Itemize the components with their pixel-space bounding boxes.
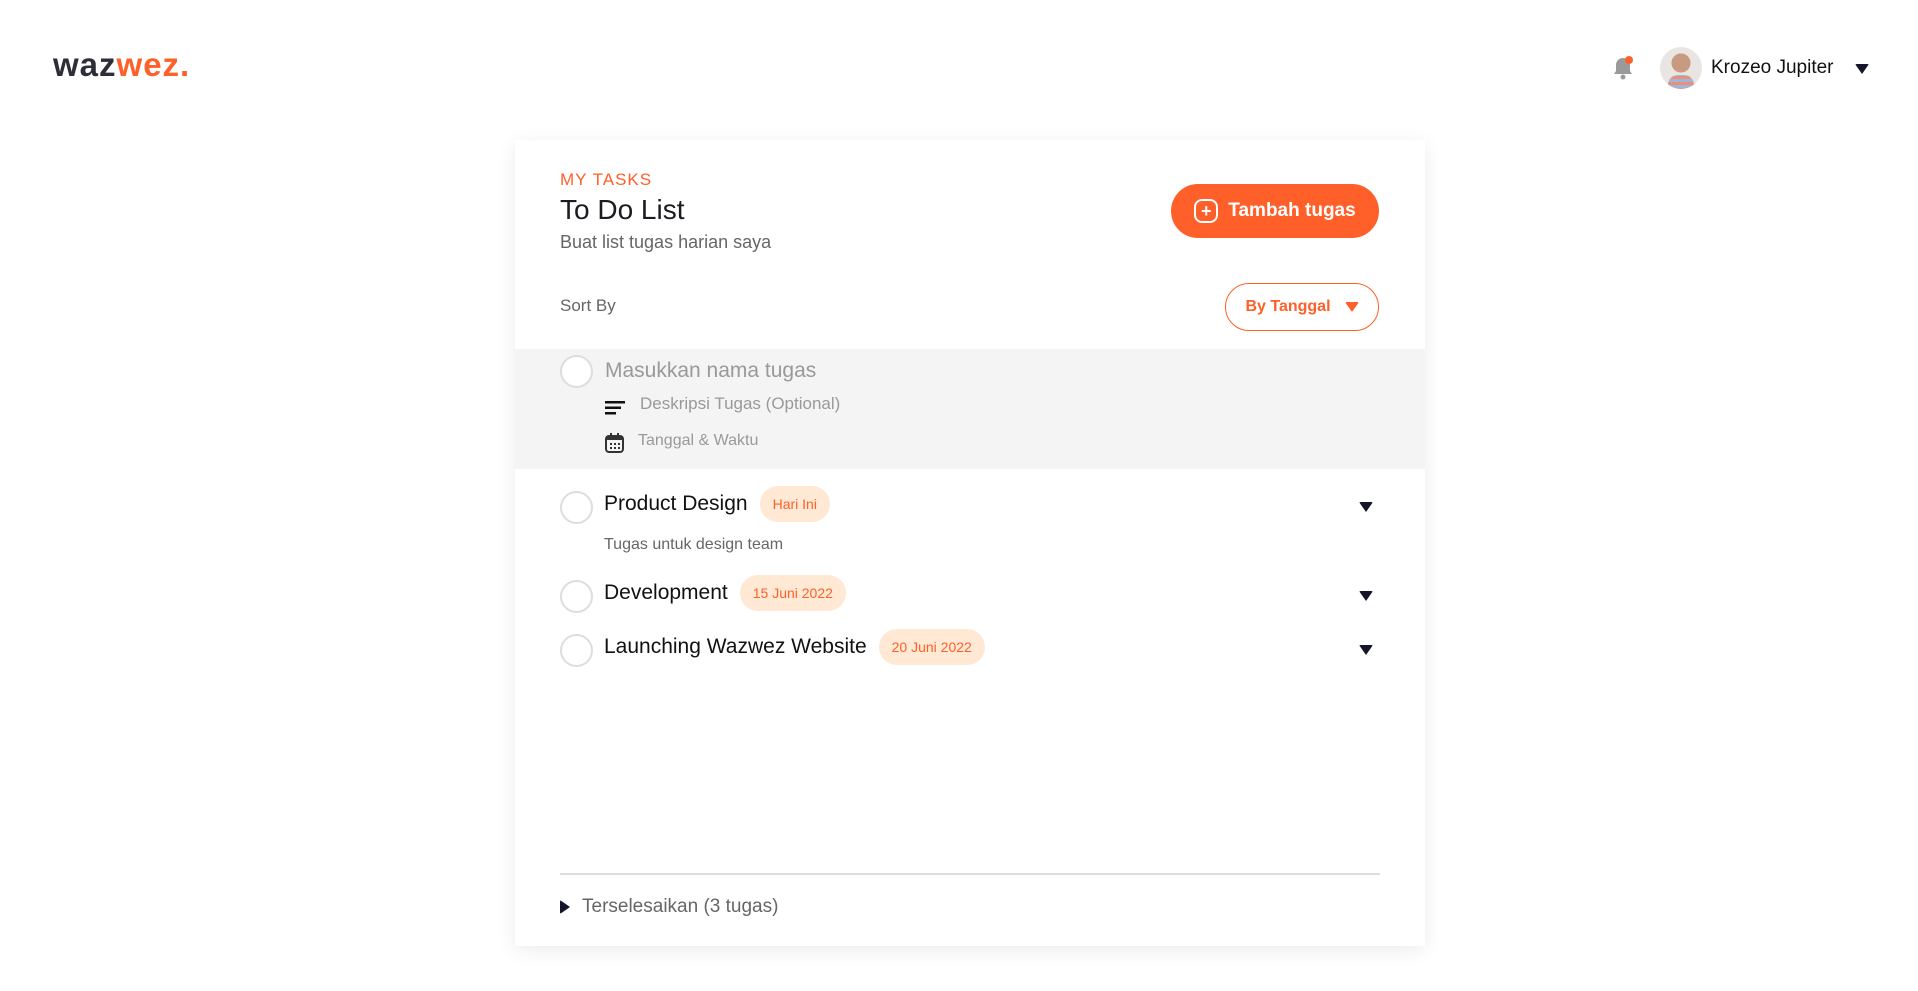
task-date-badge: 20 Juni 2022 [878,629,985,665]
logo-text-orange: wez. [116,46,191,83]
task-date-badge: Hari Ini [759,486,830,522]
bell-icon[interactable] [1612,55,1634,81]
sort-dropdown[interactable]: By Tanggal [1225,283,1379,331]
task-item[interactable]: Launching Wazwez Website 20 Juni 2022 [604,629,985,665]
section-kicker: MY TASKS [560,170,653,189]
task-item[interactable]: Product Design Hari Ini [604,486,830,522]
user-name[interactable]: Krozeo Jupiter [1711,57,1834,79]
task-description: Tugas untuk design team [604,536,784,553]
description-lines-icon [605,401,625,415]
completed-tasks-toggle[interactable]: Terselesaikan (3 tugas) [560,896,778,918]
task-name: Launching Wazwez Website [604,635,867,658]
new-task-form: Masukkan nama tugas Deskripsi Tugas (Opt… [515,349,1425,469]
page-title: To Do List [560,194,685,225]
task-checkbox[interactable] [560,580,593,613]
task-expand-chevron-icon[interactable] [1359,502,1373,512]
avatar[interactable] [1660,47,1702,89]
calendar-icon [605,433,624,453]
task-item[interactable]: Development 15 Juni 2022 [604,575,846,611]
add-task-button[interactable]: + Tambah tugas [1171,184,1379,238]
task-checkbox[interactable] [560,634,593,667]
page-subtitle: Buat list tugas harian saya [560,232,772,252]
task-name: Development [604,581,728,604]
task-name: Product Design [604,492,748,515]
task-description-input[interactable]: Deskripsi Tugas (Optional) [640,394,840,414]
completed-label: Terselesaikan (3 tugas) [582,896,779,917]
task-name-input[interactable]: Masukkan nama tugas [605,359,816,383]
user-menu-chevron-down-icon[interactable] [1855,64,1869,74]
task-expand-chevron-icon[interactable] [1359,591,1373,601]
new-task-checkbox[interactable] [560,355,593,388]
task-date-input[interactable]: Tanggal & Waktu [638,432,758,450]
task-date-badge: 15 Juni 2022 [739,575,846,611]
logo-text-dark: waz [53,46,117,83]
sort-label: Sort By [560,296,616,315]
caret-right-icon [560,900,570,914]
todo-card: MY TASKS To Do List Buat list tugas hari… [515,140,1425,946]
add-task-label: Tambah tugas [1228,200,1356,221]
sort-value: By Tanggal [1245,298,1331,315]
divider [560,873,1380,875]
task-expand-chevron-icon[interactable] [1359,645,1373,655]
chevron-down-icon [1344,302,1359,312]
task-checkbox[interactable] [560,491,593,524]
logo[interactable]: wazwez. [53,46,190,84]
plus-icon: + [1194,199,1219,223]
